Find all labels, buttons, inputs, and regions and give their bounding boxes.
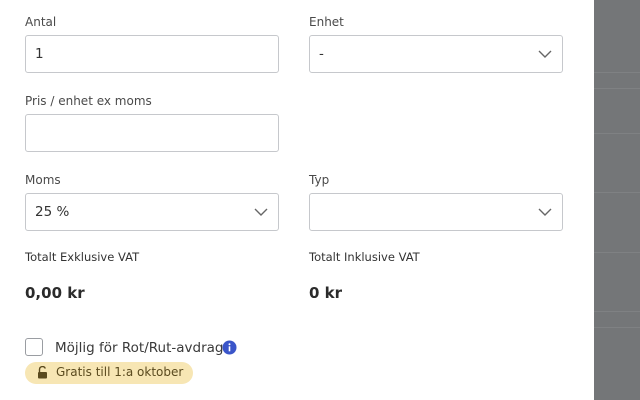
price-input[interactable] <box>25 114 279 152</box>
backdrop-divider <box>594 133 640 134</box>
chevron-down-icon <box>254 208 268 216</box>
total-incl-vat-label: Totalt Inklusive VAT <box>309 250 420 264</box>
total-excl-vat-value: 0,00 kr <box>25 284 85 302</box>
unlock-icon <box>38 366 47 379</box>
invoice-row-form: Antal 1 Enhet - Pris / enhet ex moms Mom… <box>0 0 594 400</box>
info-circle-icon[interactable] <box>222 340 237 355</box>
promo-badge-text: Gratis till 1:a oktober <box>56 365 184 379</box>
total-excl-vat-label: Totalt Exklusive VAT <box>25 250 140 264</box>
vat-label: Moms <box>25 173 61 187</box>
backdrop-divider <box>594 72 640 73</box>
chevron-down-icon <box>538 50 552 58</box>
backdrop-divider <box>594 88 640 89</box>
vat-select[interactable]: 25 % <box>25 193 279 231</box>
type-label: Typ <box>309 173 330 187</box>
modal-backdrop[interactable] <box>594 0 640 400</box>
backdrop-divider <box>594 192 640 193</box>
unit-select[interactable]: - <box>309 35 563 73</box>
unit-label: Enhet <box>309 15 344 29</box>
chevron-down-icon <box>538 208 552 216</box>
type-select[interactable] <box>309 193 563 231</box>
unit-select-value: - <box>319 46 324 62</box>
backdrop-divider <box>594 311 640 312</box>
price-label: Pris / enhet ex moms <box>25 94 152 108</box>
rot-rut-checkbox[interactable] <box>25 338 43 356</box>
rot-rut-label[interactable]: Möjlig för Rot/Rut-avdrag <box>55 340 223 356</box>
vat-select-value: 25 % <box>35 204 70 220</box>
quantity-input[interactable]: 1 <box>25 35 279 73</box>
backdrop-divider <box>594 327 640 328</box>
quantity-label: Antal <box>25 15 57 29</box>
backdrop-divider <box>594 252 640 253</box>
promo-badge: Gratis till 1:a oktober <box>25 362 193 384</box>
total-incl-vat-value: 0 kr <box>309 284 343 302</box>
